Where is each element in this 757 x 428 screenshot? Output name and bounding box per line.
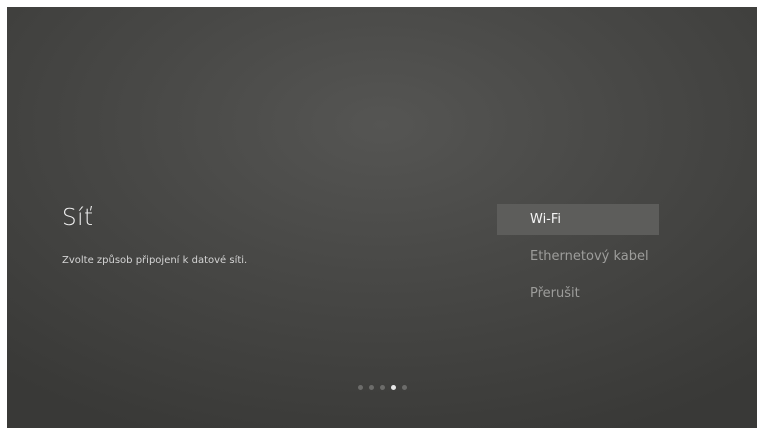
menu-item-wifi[interactable]: Wi-Fi bbox=[497, 204, 659, 235]
step-dot bbox=[369, 385, 374, 390]
step-indicator bbox=[358, 385, 407, 390]
step-dot-active bbox=[391, 385, 396, 390]
page-subtitle: Zvolte způsob připojení k datové síti. bbox=[62, 255, 248, 266]
page-title: Síť bbox=[62, 205, 94, 231]
step-dot bbox=[380, 385, 385, 390]
setup-screen: Síť Zvolte způsob připojení k datové sít… bbox=[7, 7, 757, 428]
step-dot bbox=[358, 385, 363, 390]
connection-options-menu: Wi-Fi Ethernetový kabel Přerušit bbox=[497, 204, 659, 315]
menu-item-cancel[interactable]: Přerušit bbox=[497, 278, 659, 309]
step-dot bbox=[402, 385, 407, 390]
menu-item-ethernet[interactable]: Ethernetový kabel bbox=[497, 241, 659, 272]
header-pane: Síť Zvolte způsob připojení k datové sít… bbox=[62, 204, 462, 268]
